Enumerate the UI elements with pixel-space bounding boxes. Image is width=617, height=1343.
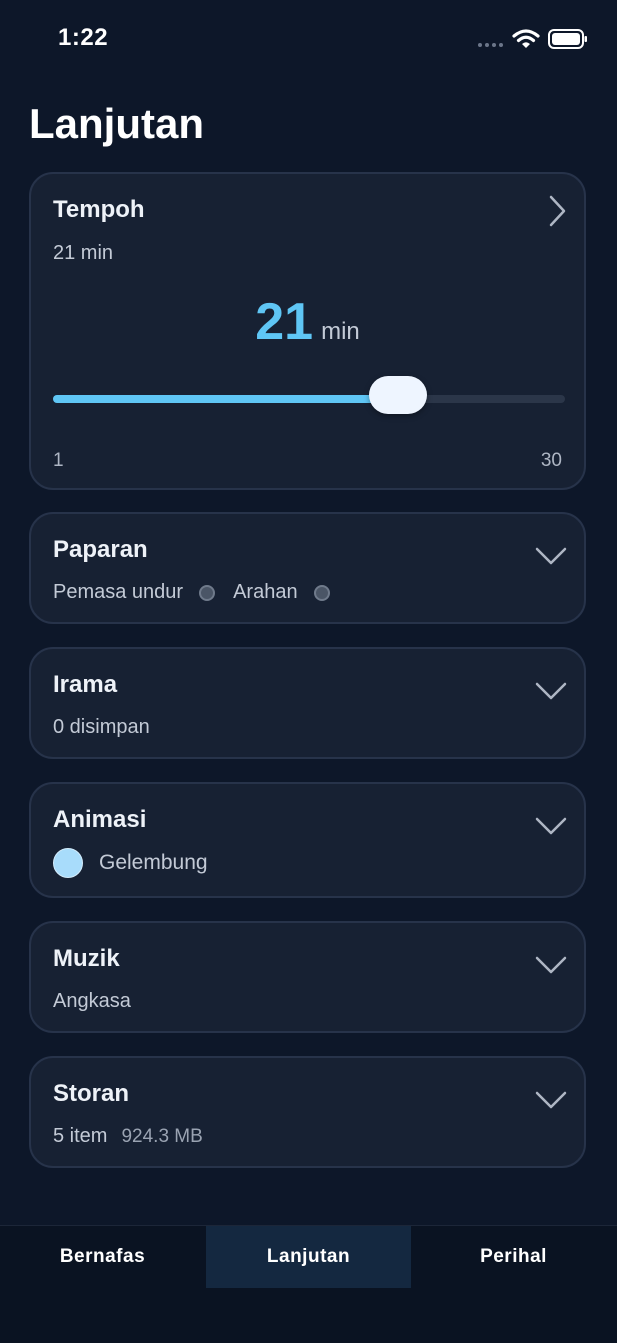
tab-bernafas[interactable]: Bernafas — [0, 1226, 205, 1288]
chevron-down-icon[interactable] — [534, 681, 568, 701]
animasi-card[interactable]: Animasi Gelembung — [29, 782, 586, 898]
animasi-title: Animasi — [53, 806, 147, 833]
chevron-down-icon[interactable] — [534, 955, 568, 975]
radio-arahan[interactable] — [313, 584, 330, 601]
muzik-card[interactable]: Muzik Angkasa — [29, 921, 586, 1033]
cellular-signal-icon — [478, 43, 503, 47]
storan-details: 5 item 924.3 MB — [53, 1125, 203, 1148]
storan-title: Storan — [53, 1080, 130, 1107]
slider-min-label: 1 — [53, 450, 64, 471]
tab-perihal[interactable]: Perihal — [411, 1226, 616, 1288]
status-bar: 1:22 — [0, 0, 617, 80]
paparan-options: Pemasa undur Arahan — [53, 581, 348, 604]
slider-fill — [53, 395, 398, 403]
tab-lanjutan[interactable]: Lanjutan — [206, 1226, 411, 1288]
tempoh-value: 21 — [255, 293, 314, 351]
irama-card[interactable]: Irama 0 disimpan — [29, 647, 586, 759]
chevron-down-icon[interactable] — [534, 546, 568, 566]
slider-thumb[interactable] — [368, 376, 427, 414]
animasi-selection: Gelembung — [53, 848, 208, 878]
option-label-pemasa-undur: Pemasa undur — [53, 581, 184, 603]
irama-subtitle: 0 disimpan — [53, 716, 150, 738]
bubble-icon — [53, 848, 83, 878]
tempoh-card[interactable]: Tempoh 21 min 21 min 1 30 — [29, 172, 586, 490]
storan-item-count: 5 item — [53, 1125, 108, 1147]
paparan-card[interactable]: Paparan Pemasa undur Arahan — [29, 512, 586, 624]
muzik-subtitle: Angkasa — [53, 990, 131, 1012]
option-label-arahan: Arahan — [233, 581, 298, 603]
chevron-down-icon[interactable] — [534, 1090, 568, 1110]
slider-max-label: 30 — [540, 450, 562, 471]
storan-card[interactable]: Storan 5 item 924.3 MB — [29, 1056, 586, 1168]
chevron-down-icon[interactable] — [534, 816, 568, 836]
paparan-title: Paparan — [53, 536, 148, 563]
battery-icon — [548, 29, 587, 49]
wifi-icon — [512, 29, 540, 48]
chevron-right-icon[interactable] — [548, 194, 568, 228]
tempoh-slider[interactable] — [53, 376, 565, 414]
muzik-title: Muzik — [53, 945, 120, 972]
tempoh-unit: min — [321, 318, 360, 345]
irama-title: Irama — [53, 671, 118, 698]
tempoh-value-display: 21 min — [31, 292, 584, 352]
storan-size: 924.3 MB — [121, 1126, 203, 1147]
tempoh-subtitle: 21 min — [53, 242, 114, 264]
status-time: 1:22 — [58, 24, 109, 51]
radio-pemasa-undur[interactable] — [199, 584, 216, 601]
page-title: Lanjutan — [29, 100, 204, 147]
tempoh-title: Tempoh — [53, 196, 145, 223]
tab-bar: Bernafas Lanjutan Perihal — [0, 1225, 617, 1343]
animasi-selected-label: Gelembung — [99, 851, 208, 874]
